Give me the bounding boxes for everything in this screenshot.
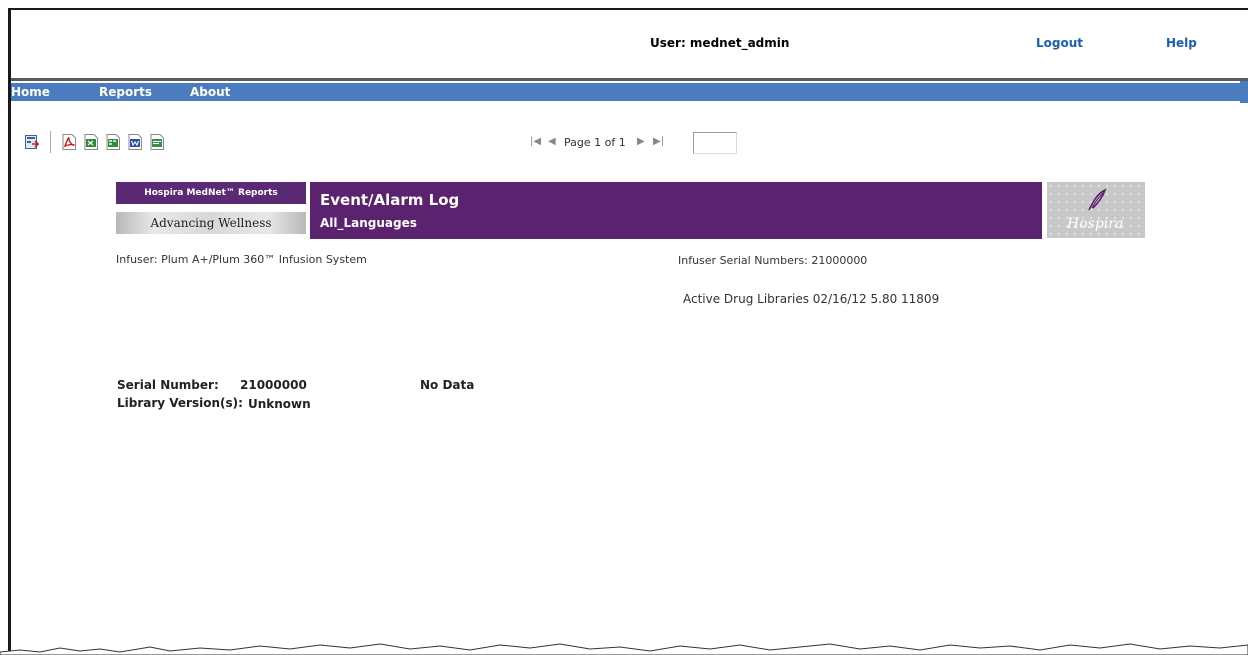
hospira-logo: Hospira	[1047, 182, 1145, 238]
report-window: User: mednet_admin Logout Help Home Repo…	[0, 0, 1248, 655]
pdf-icon[interactable]	[62, 134, 76, 150]
serial-numbers-label: Infuser Serial Numbers: 21000000	[678, 254, 868, 267]
infuser-label: Infuser: Plum A+/Plum 360™ Infusion Syst…	[116, 253, 367, 266]
window-border-left	[8, 8, 11, 655]
library-version-label: Library Version(s):	[117, 396, 243, 410]
header-divider	[11, 78, 1248, 81]
nav-bar: Home Reports About	[11, 83, 1240, 101]
logout-link[interactable]: Logout	[1036, 36, 1083, 50]
page-label: Page 1 of 1	[564, 136, 626, 149]
brand-tagline: Advancing Wellness	[116, 212, 306, 234]
report-header: Event/Alarm Log All_Languages	[310, 182, 1042, 239]
rtf-icon[interactable]	[150, 134, 164, 150]
first-page-icon[interactable]: |◀	[530, 136, 541, 147]
nav-item-about[interactable]: About	[190, 85, 230, 99]
feather-icon	[1088, 188, 1107, 211]
brand-banner: Hospira MedNet™ Reports	[116, 182, 306, 204]
excel-data-icon[interactable]	[106, 134, 120, 150]
report-subtitle: All_Languages	[320, 216, 417, 230]
help-link[interactable]: Help	[1166, 36, 1197, 50]
report-title: Event/Alarm Log	[320, 191, 460, 209]
last-page-icon[interactable]: ▶|	[653, 136, 664, 147]
active-libraries-label: Active Drug Libraries 02/16/12 5.80 1180…	[683, 292, 940, 306]
nav-bar-end	[1240, 81, 1248, 103]
word-icon[interactable]	[128, 134, 142, 150]
serial-number-value: 21000000	[240, 378, 307, 392]
nav-item-home[interactable]: Home	[11, 85, 50, 99]
user-label: User: mednet_admin	[650, 36, 790, 50]
nav-item-reports[interactable]: Reports	[99, 85, 152, 99]
toolbar-separator	[50, 131, 51, 153]
excel-icon[interactable]	[84, 134, 98, 150]
no-data-label: No Data	[420, 378, 475, 392]
next-page-icon[interactable]: ▶	[637, 136, 645, 147]
serial-number-label: Serial Number:	[117, 378, 219, 392]
torn-edge	[0, 643, 1248, 655]
library-version-value: Unknown	[248, 397, 311, 411]
page-number-input[interactable]	[693, 132, 737, 154]
export-icon[interactable]	[25, 134, 39, 150]
previous-page-icon[interactable]: ◀	[548, 136, 556, 147]
logo-text: Hospira	[1067, 216, 1124, 232]
